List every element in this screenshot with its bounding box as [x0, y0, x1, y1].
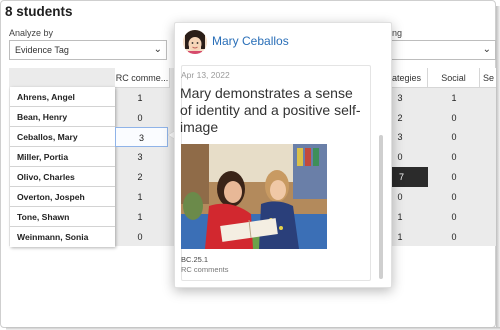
window-shadow — [496, 6, 500, 330]
cell-rc-comments[interactable]: 1 — [115, 88, 165, 108]
student-name[interactable]: Olivo, Charles — [10, 167, 115, 187]
cell-rc-comments[interactable]: 1 — [115, 207, 165, 227]
evidence-photo[interactable] — [181, 144, 327, 249]
cell-rc-comments[interactable]: 2 — [115, 167, 165, 187]
cell-social[interactable]: 0 — [429, 167, 479, 187]
page-title: 8 students — [5, 4, 73, 19]
cell-rc-comments-selected[interactable]: 3 — [115, 127, 168, 147]
cell-social[interactable]: 0 — [429, 108, 479, 128]
analyze-by-select[interactable]: Evidence Tag ⌄ — [9, 40, 167, 60]
avatar — [183, 30, 207, 54]
cell-rc-comments[interactable]: 0 — [115, 227, 165, 247]
student-name[interactable]: Tone, Shawn — [10, 207, 115, 227]
student-name[interactable]: Miller, Portia — [10, 147, 115, 167]
chevron-down-icon: ⌄ — [153, 44, 162, 55]
student-name-list: Ahrens, Angel Bean, Henry Ceballos, Mary… — [10, 87, 115, 247]
cell-social[interactable]: 1 — [429, 88, 479, 108]
cell-rc-comments[interactable]: 0 — [115, 108, 165, 128]
filter-label-partial: ng — [392, 28, 403, 38]
evidence-category: RC comments — [181, 265, 229, 274]
evidence-date: Apr 13, 2022 — [181, 70, 230, 80]
analyze-by-value: Evidence Tag — [15, 45, 69, 55]
cell-rc-comments[interactable]: 3 — [115, 147, 165, 167]
student-name[interactable]: Bean, Henry — [10, 107, 115, 127]
column-header-rc-comments[interactable]: RC comme... — [115, 68, 170, 88]
popover-scrollbar[interactable] — [379, 135, 383, 279]
column-header-partial[interactable]: Se — [480, 68, 496, 88]
analyze-by-label: Analyze by — [9, 28, 54, 38]
filter-select-partial[interactable]: ⌄ — [392, 40, 496, 60]
chevron-down-icon: ⌄ — [482, 44, 491, 55]
student-name[interactable]: Overton, Jospeh — [10, 187, 115, 207]
column-header-social[interactable]: Social — [428, 68, 480, 88]
evidence-code: BC.25.1 — [181, 255, 209, 264]
cell-rc-comments[interactable]: 1 — [115, 187, 165, 207]
cell-social[interactable]: 0 — [429, 127, 479, 147]
cell-social[interactable]: 0 — [429, 147, 479, 167]
cell-social[interactable]: 0 — [429, 207, 479, 227]
evidence-popover: Mary Ceballos Apr 13, 2022 Mary demonstr… — [174, 22, 392, 288]
cell-social[interactable]: 0 — [429, 227, 479, 247]
student-name[interactable]: Ceballos, Mary — [10, 127, 115, 147]
student-name[interactable]: Ahrens, Angel — [10, 87, 115, 107]
student-name[interactable]: Weinmann, Sonia — [10, 227, 115, 247]
evidence-text: Mary demonstrates a sense of identity an… — [180, 85, 361, 135]
cell-social[interactable]: 0 — [429, 187, 479, 207]
popover-student-name[interactable]: Mary Ceballos — [212, 34, 289, 48]
